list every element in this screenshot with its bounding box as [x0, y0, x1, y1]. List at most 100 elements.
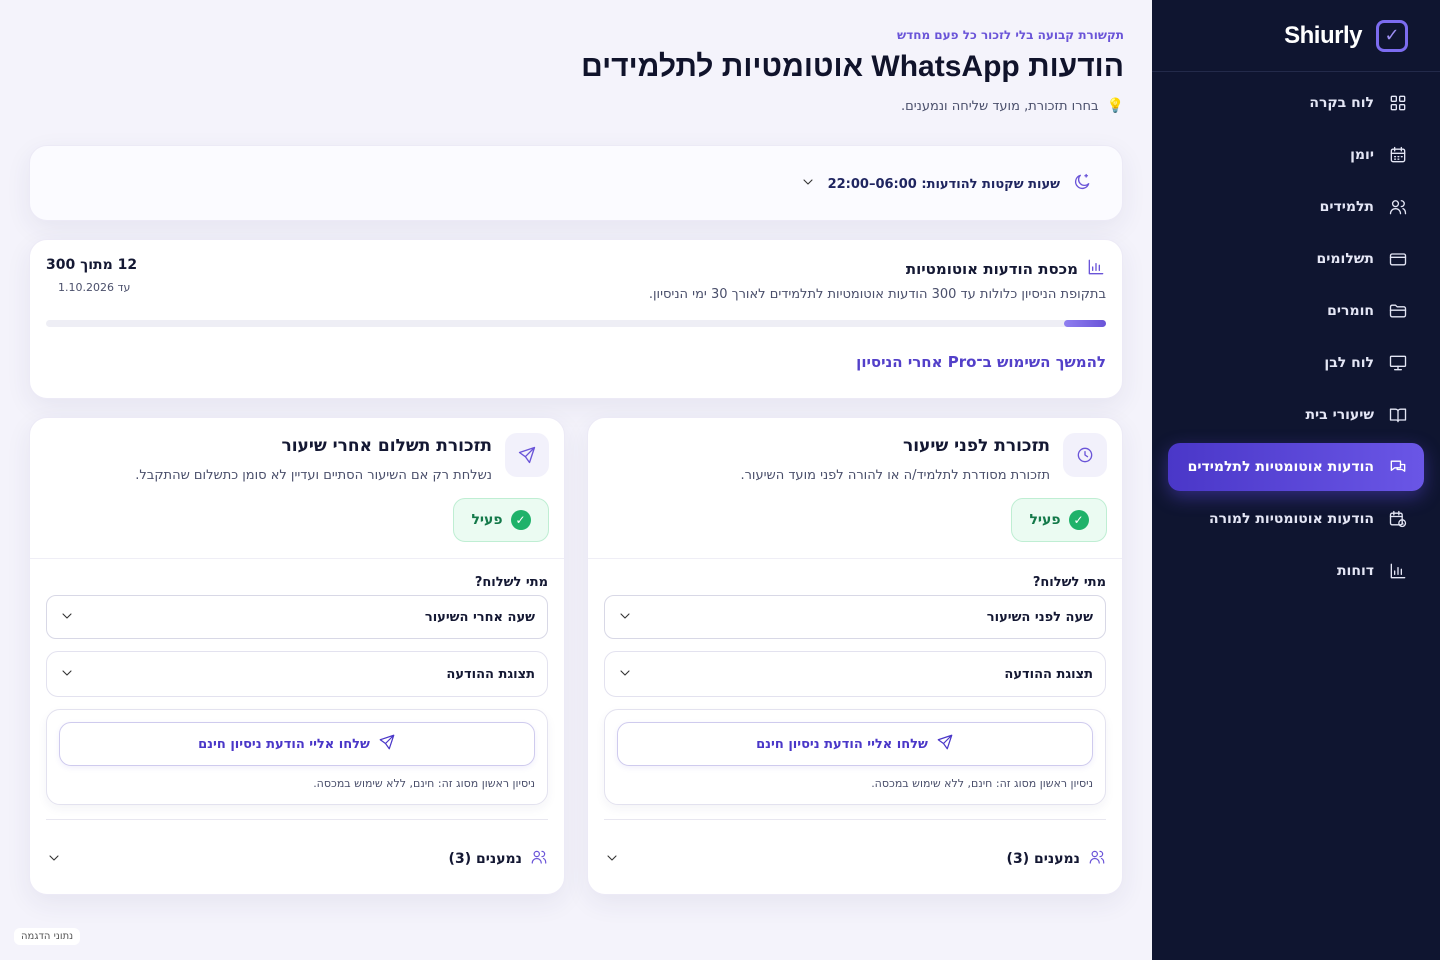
brand: Shiurly ✓	[1152, 0, 1440, 72]
send-trial-button[interactable]: שלחו אליי הודעת ניסיון חינם	[617, 722, 1093, 766]
message-preview-toggle[interactable]: תצוגת ההודעה	[604, 651, 1106, 697]
sidebar-item-label: דוחות	[1336, 563, 1374, 579]
users-icon	[530, 848, 548, 870]
chevron-down-icon	[46, 850, 62, 869]
folder-icon	[1388, 301, 1408, 321]
send-icon	[378, 733, 396, 755]
recipients-toggle[interactable]: נמענים (3)	[46, 848, 548, 870]
sidebar-nav: לוח בקרה יומן תלמידים תשלומים חומרים לוח…	[1152, 72, 1440, 595]
send-icon	[505, 433, 549, 477]
sidebar-item-student-auto-messages[interactable]: הודעות אוטומטיות לתלמידים	[1168, 443, 1424, 491]
sidebar-item-materials[interactable]: חומרים	[1168, 287, 1424, 335]
sidebar-item-label: לוח לבן	[1324, 355, 1374, 371]
quota-progress-bar	[46, 320, 1106, 327]
reminder-description: נשלחת רק אם השיעור הסתיים ועדיין לא סומן…	[135, 468, 492, 483]
recipients-label: נמענים (3)	[448, 851, 522, 867]
sidebar-item-label: יומן	[1350, 147, 1374, 163]
sidebar-item-calendar[interactable]: יומן	[1168, 131, 1424, 179]
quiet-hours-card[interactable]: שעות שקטות להודעות: 06:00–22:00	[29, 145, 1123, 221]
sidebar-item-dashboard[interactable]: לוח בקרה	[1168, 79, 1424, 127]
logo-check-icon: ✓	[1376, 19, 1408, 52]
send-trial-label: שלחו אליי הודעת ניסיון חינם	[756, 736, 928, 752]
users-icon	[1088, 848, 1106, 870]
status-label: פעיל	[1029, 512, 1061, 528]
check-icon: ✓	[1068, 510, 1089, 530]
chevron-down-icon	[59, 665, 75, 684]
message-preview-toggle[interactable]: תצוגת ההודעה	[46, 651, 548, 697]
bar-chart-icon	[1388, 561, 1408, 581]
when-select[interactable]: שעה לפני השיעור	[604, 595, 1106, 639]
users-icon	[1388, 197, 1408, 217]
chat-icon	[1388, 457, 1408, 477]
when-label: מתי לשלוח?	[1032, 575, 1106, 590]
recipients-header: נמענים (3)	[1007, 848, 1106, 870]
sidebar-item-label: תשלומים	[1316, 251, 1374, 267]
calendar-icon	[1388, 145, 1408, 165]
reminder-title: תזכורת תשלום אחרי שיעור	[281, 436, 492, 456]
quota-title-text: מכסת הודעות אוטומטיות	[905, 260, 1078, 278]
chevron-down-icon	[604, 850, 620, 869]
trial-note: ניסיון ראשון מסוג זה: חינם, ללא שימוש במ…	[313, 777, 535, 790]
quota-count: 12 מתוך 300	[46, 257, 138, 273]
sidebar-item-teacher-auto-messages[interactable]: הודעות אוטומטיות למורה	[1168, 495, 1424, 543]
main-content: תקשורת קבועה בלי לזכור כל פעם מחדש הודעו…	[0, 0, 1152, 960]
trial-box: שלחו אליי הודעת ניסיון חינם ניסיון ראשון…	[46, 709, 548, 805]
page-title: הודעות WhatsApp אוטומטיות לתלמידים	[581, 50, 1124, 83]
sidebar-item-label: שיעורי בית	[1305, 407, 1374, 423]
sidebar-item-reports[interactable]: דוחות	[1168, 547, 1424, 595]
chevron-down-icon	[800, 174, 816, 194]
page-hint: 💡 בחרו תזכורת, מועד שליחה ונמענים.	[901, 98, 1124, 114]
reminder-card-payment-after-lesson: תזכורת תשלום אחרי שיעור נשלחת רק אם השיע…	[29, 417, 565, 895]
demo-data-badge: נתוני הדגמה	[14, 928, 81, 945]
whiteboard-icon	[1388, 353, 1408, 373]
when-select[interactable]: שעה אחרי השיעור	[46, 595, 548, 639]
quota-description: בתקופת הניסיון כלולות עד 300 הודעות אוטו…	[648, 287, 1106, 302]
check-icon: ✓	[510, 510, 531, 530]
pro-upgrade-link[interactable]: להמשך השימוש ב־Pro אחרי הניסיון	[856, 353, 1106, 371]
recipients-toggle[interactable]: נמענים (3)	[604, 848, 1106, 870]
reminder-card-before-lesson: תזכורת לפני שיעור תזכורת מסודרת לתלמיד/ה…	[587, 417, 1123, 895]
quota-title: מכסת הודעות אוטומטיות	[906, 257, 1106, 281]
status-toggle[interactable]: ✓ פעיל	[453, 498, 549, 542]
quota-card: מכסת הודעות אוטומטיות בתקופת הניסיון כלו…	[29, 239, 1123, 399]
message-preview-label: תצוגת ההודעה	[446, 666, 535, 682]
when-select-value: שעה אחרי השיעור	[424, 609, 535, 625]
bar-chart-icon	[1086, 257, 1106, 281]
divider	[46, 819, 548, 820]
quota-until-date: עד 1.10.2026	[58, 281, 131, 294]
page-hint-text: בחרו תזכורת, מועד שליחה ונמענים.	[900, 98, 1099, 114]
quota-progress-fill	[1063, 320, 1106, 327]
reminder-description: תזכורת מסודרת לתלמיד/ה או להורה לפני מוע…	[740, 468, 1050, 483]
recipients-header: נמענים (3)	[449, 848, 548, 870]
chevron-down-icon	[617, 608, 633, 627]
sidebar-item-label: הודעות אוטומטיות לתלמידים	[1187, 459, 1374, 475]
recipients-label: נמענים (3)	[1006, 851, 1080, 867]
calendar-clock-icon	[1388, 509, 1408, 529]
dashboard-icon	[1388, 93, 1408, 113]
clock-icon	[1063, 433, 1107, 477]
status-label: פעיל	[471, 512, 503, 528]
quiet-hours-toggle[interactable]: שעות שקטות להודעות: 06:00–22:00	[800, 172, 1092, 196]
sidebar-item-label: הודעות אוטומטיות למורה	[1209, 511, 1374, 527]
trial-note: ניסיון ראשון מסוג זה: חינם, ללא שימוש במ…	[871, 777, 1093, 790]
sidebar-item-payments[interactable]: תשלומים	[1168, 235, 1424, 283]
message-preview-label: תצוגת ההודעה	[1004, 666, 1093, 682]
reminder-title: תזכורת לפני שיעור	[902, 436, 1050, 456]
sidebar: Shiurly ✓ לוח בקרה יומן תלמידים תשלומים …	[1152, 0, 1440, 960]
when-select-value: שעה לפני השיעור	[986, 609, 1093, 625]
chevron-down-icon	[617, 665, 633, 684]
status-toggle[interactable]: ✓ פעיל	[1011, 498, 1107, 542]
sidebar-item-homework[interactable]: שיעורי בית	[1168, 391, 1424, 439]
sidebar-item-label: חומרים	[1327, 303, 1374, 319]
brand-name: Shiurly	[1284, 21, 1362, 49]
chevron-down-icon	[59, 608, 75, 627]
trial-box: שלחו אליי הודעת ניסיון חינם ניסיון ראשון…	[604, 709, 1106, 805]
when-label: מתי לשלוח?	[474, 575, 548, 590]
send-trial-button[interactable]: שלחו אליי הודעת ניסיון חינם	[59, 722, 535, 766]
lightbulb-icon: 💡	[1106, 98, 1124, 114]
page-eyebrow: תקשורת קבועה בלי לזכור כל פעם מחדש	[897, 28, 1124, 42]
sidebar-item-whiteboard[interactable]: לוח לבן	[1168, 339, 1424, 387]
sidebar-item-label: לוח בקרה	[1309, 95, 1374, 111]
send-trial-label: שלחו אליי הודעת ניסיון חינם	[198, 736, 370, 752]
sidebar-item-students[interactable]: תלמידים	[1168, 183, 1424, 231]
